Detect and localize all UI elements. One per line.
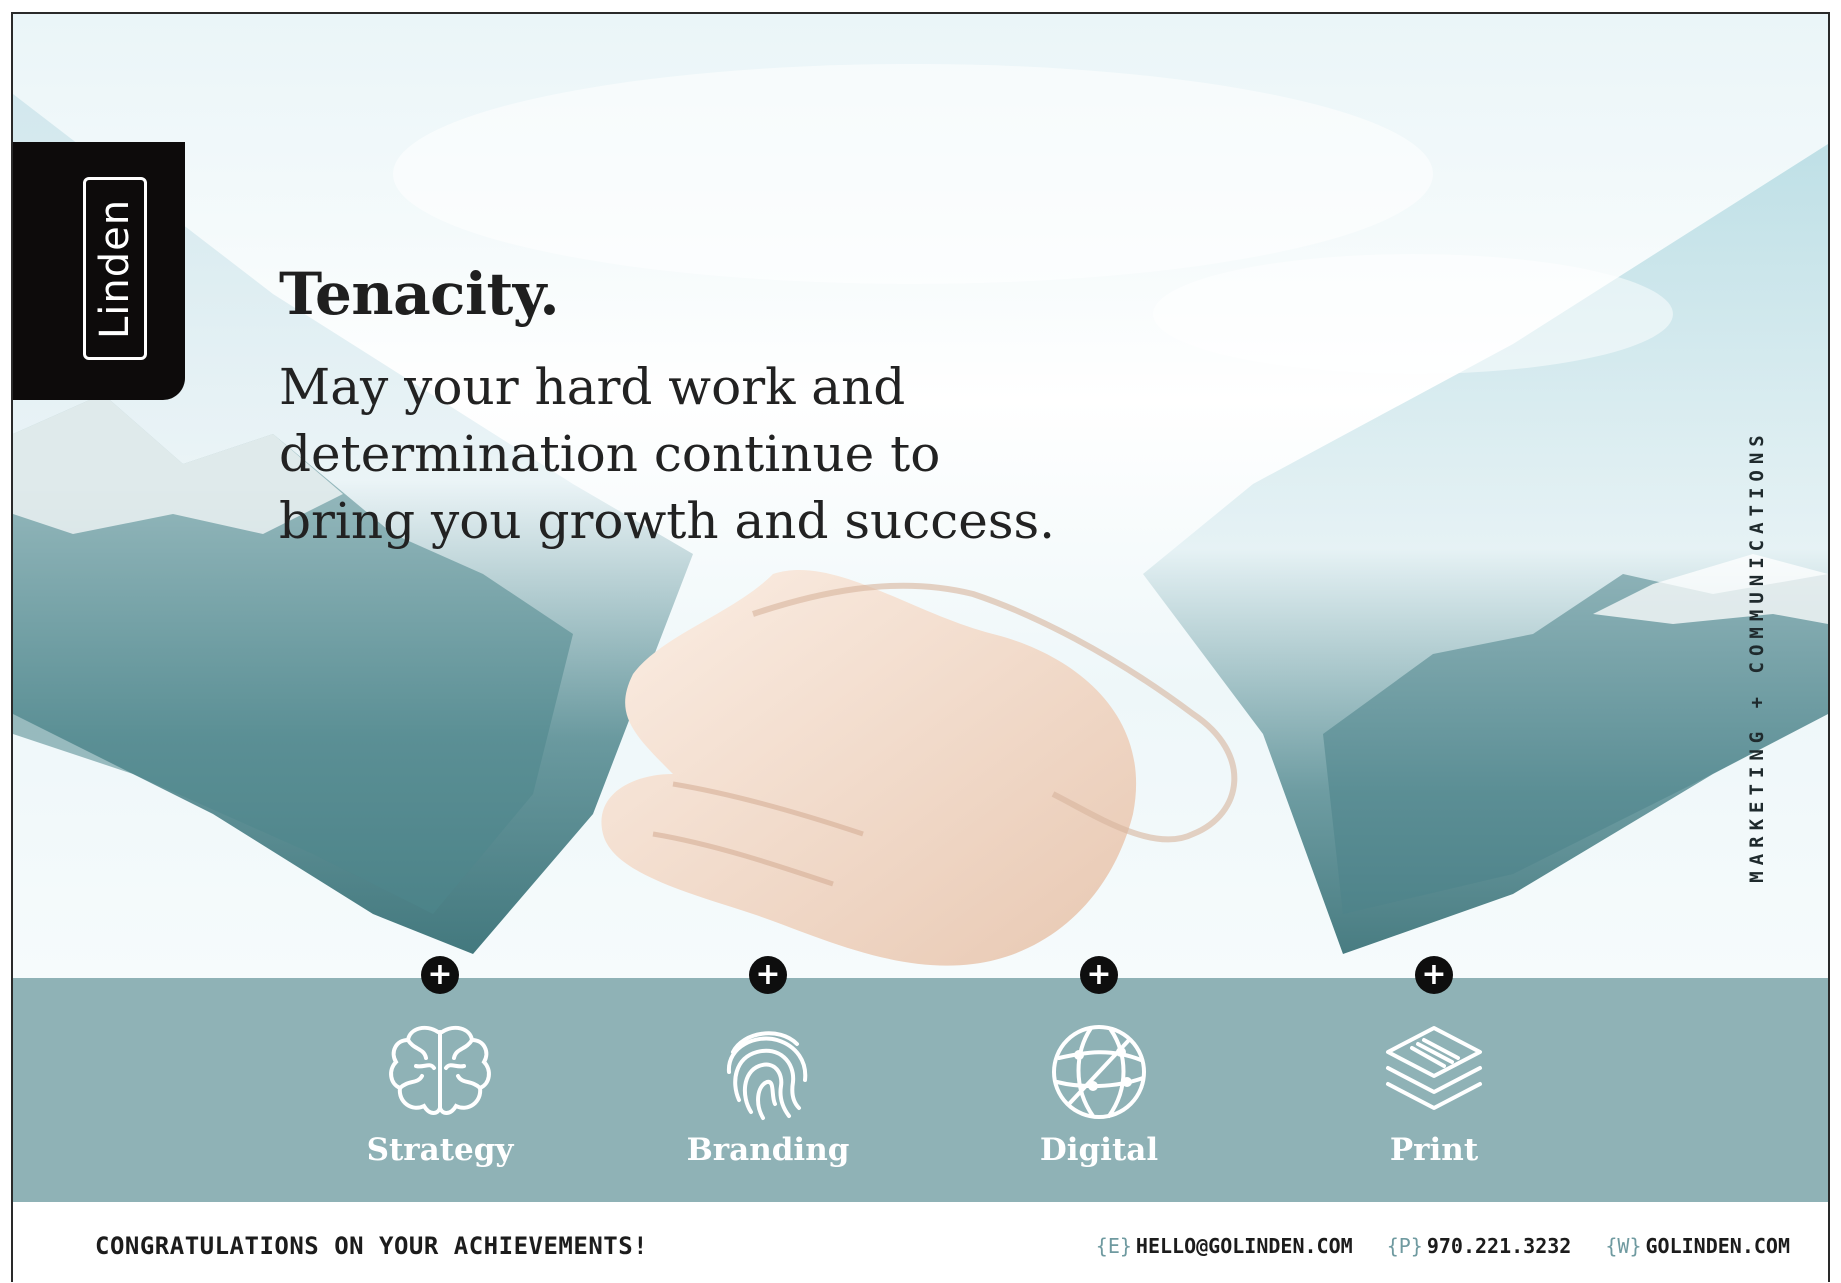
paper-stack-icon [1386,1026,1482,1110]
services-band: + Strategy + Branding + Digital + Print [13,956,1828,1202]
email-link[interactable]: HELLO@GOLINDEN.COM [1136,1234,1353,1258]
service-label: Digital [1039,1132,1159,1168]
service-print[interactable]: + Print [1314,956,1554,1202]
footer-bar: CONGRATULATIONS ON YOUR ACHIEVEMENTS! {E… [13,1202,1828,1282]
message-line: May your hard work and [279,358,906,416]
hero-image: Linden Tenacity. May your hard work and … [13,14,1828,980]
phone-tag: {P} [1386,1234,1423,1258]
globe-network-icon [1052,1025,1146,1119]
web-tag: {W} [1605,1234,1642,1258]
service-label: Branding [686,1132,850,1168]
service-branding[interactable]: + Branding [648,956,888,1202]
card-frame: Linden Tenacity. May your hard work and … [11,12,1830,1282]
logo-wordmark: Linden [92,198,138,340]
plus-icon[interactable]: + [1080,956,1118,994]
plus-icon[interactable]: + [421,956,459,994]
footer-congrats: CONGRATULATIONS ON YOUR ACHIEVEMENTS! [95,1232,649,1260]
headline: Tenacity. [279,260,560,328]
congrats-message: May your hard work and determination con… [279,354,1099,555]
fingerprint-icon [726,1031,808,1120]
vertical-tagline: MARKETING + COMMUNICATIONS [1746,429,1768,883]
phone-link[interactable]: 970.221.3232 [1427,1234,1572,1258]
service-label: Print [1389,1132,1479,1168]
plus-icon[interactable]: + [749,956,787,994]
contact-info: {E} HELLO@GOLINDEN.COM {P} 970.221.3232 {W… [1096,1234,1790,1258]
plus-icon[interactable]: + [1415,956,1453,994]
website-link[interactable]: GOLINDEN.COM [1646,1234,1791,1258]
message-line: determination continue to [279,425,941,483]
service-label: Strategy [366,1132,514,1168]
brain-icon [389,1025,491,1115]
message-line: bring you growth and success. [279,492,1056,550]
service-strategy[interactable]: + Strategy [320,956,560,1202]
email-tag: {E} [1095,1234,1132,1258]
service-digital[interactable]: + Digital [979,956,1219,1202]
